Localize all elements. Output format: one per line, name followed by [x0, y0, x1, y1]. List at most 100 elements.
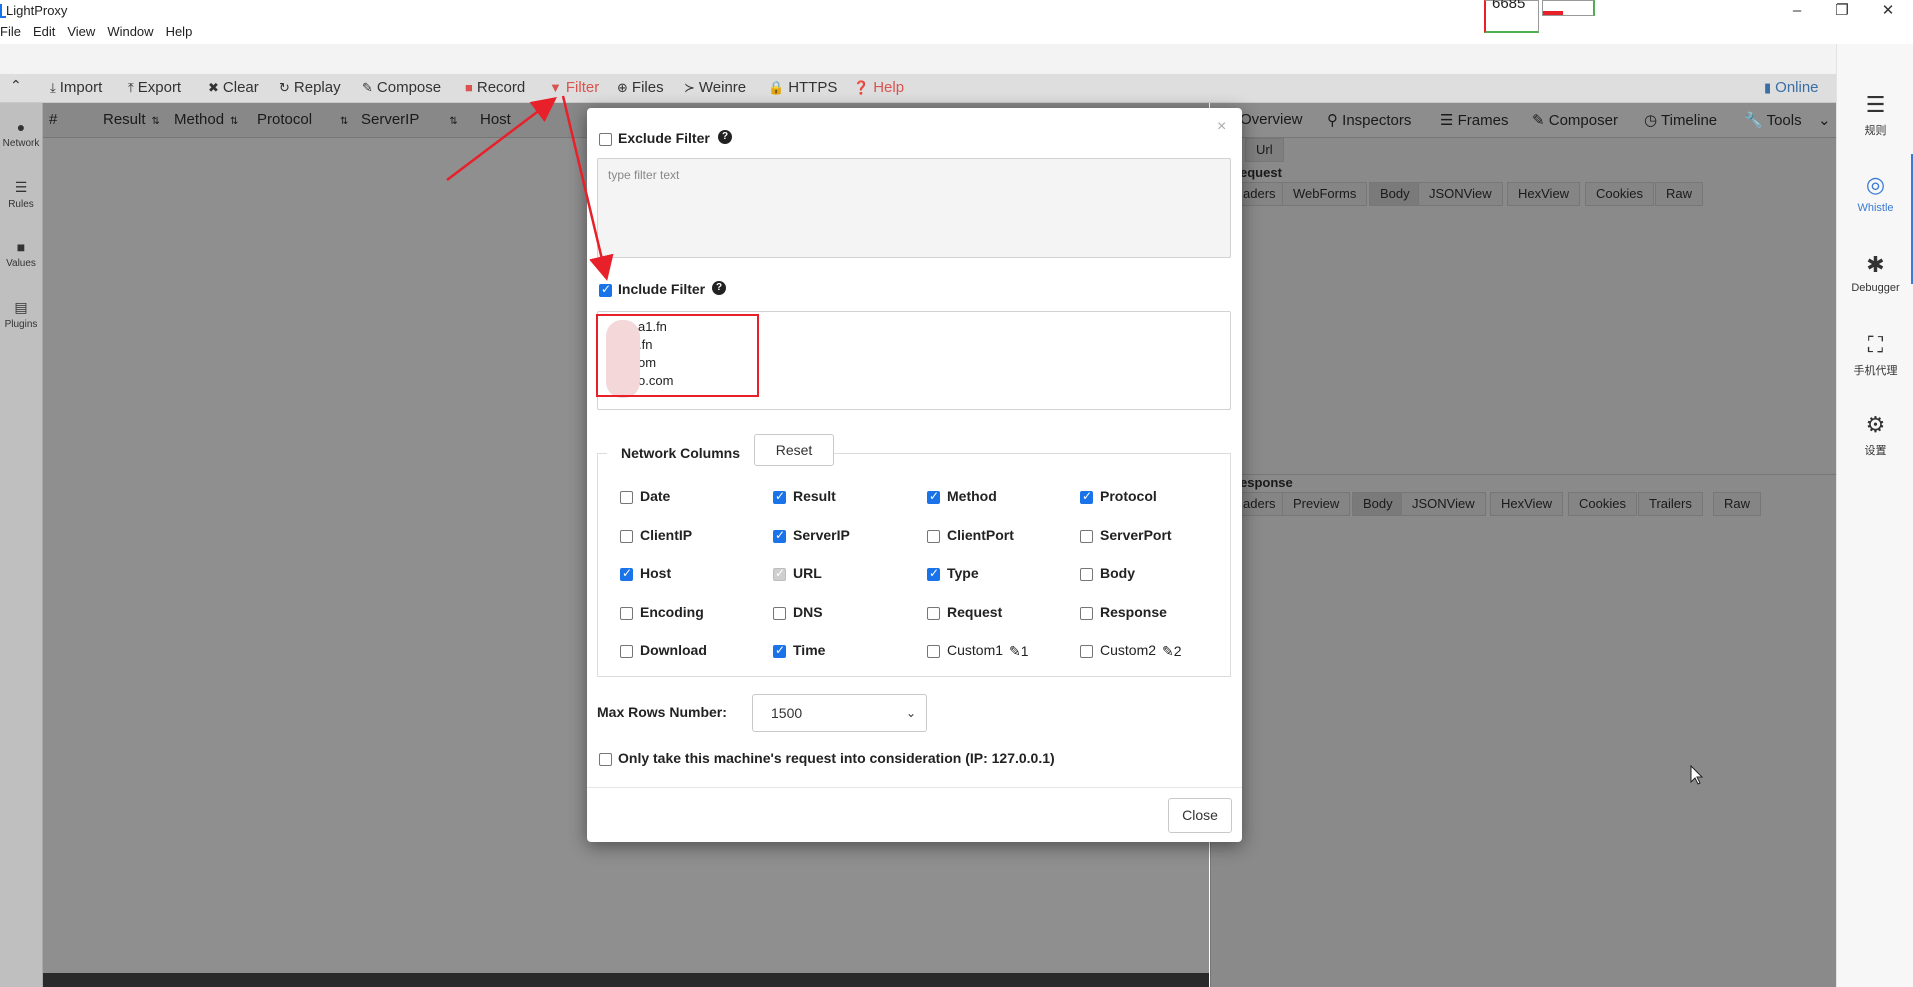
tab-composer[interactable]: ✎ Composer: [1532, 111, 1618, 129]
tab-timeline[interactable]: ◷ Timeline: [1644, 111, 1717, 129]
tab-tools[interactable]: 🔧 Tools: [1744, 111, 1802, 129]
status-bar: [43, 973, 1209, 987]
maximize-button[interactable]: ❐: [1820, 0, 1864, 22]
chevron-down-icon[interactable]: ⌄: [1818, 111, 1831, 129]
req-tab-body[interactable]: Body: [1369, 182, 1421, 206]
bug-icon: ✱: [1866, 252, 1885, 277]
req-tab-webforms[interactable]: WebForms: [1282, 182, 1368, 206]
menu-view[interactable]: View: [67, 24, 95, 39]
req-tab-hexview[interactable]: HexView: [1507, 182, 1581, 206]
col-protocol[interactable]: Protocol ⇅: [257, 111, 348, 128]
filter-icon: ▼: [549, 80, 562, 95]
export-button[interactable]: ⤒ Export: [128, 79, 181, 96]
column-checkbox-dns[interactable]: [773, 607, 786, 620]
tab-inspectors[interactable]: ⚲ Inspectors: [1327, 111, 1411, 129]
sidebar-item-values[interactable]: ■ Values: [0, 239, 42, 269]
rside-settings[interactable]: ⚙ 设置: [1837, 412, 1913, 458]
close-button[interactable]: Close: [1168, 798, 1232, 833]
collapse-icon[interactable]: ⌃: [10, 77, 22, 94]
col-result[interactable]: Result ⇅: [103, 111, 160, 128]
compose-icon: ✎: [362, 80, 373, 95]
tab-url[interactable]: Url: [1245, 138, 1284, 162]
column-checkbox-response[interactable]: [1080, 607, 1093, 620]
taskbar-thumbnail[interactable]: 6685: [1484, 0, 1539, 33]
col-serverip[interactable]: ServerIP ⇅: [361, 111, 458, 128]
edit-icon[interactable]: ✎1: [1009, 643, 1029, 660]
help-button[interactable]: ❓ Help: [853, 79, 904, 96]
taskbar-thumbnail-2[interactable]: [1542, 0, 1595, 16]
res-tab-hexview[interactable]: HexView: [1490, 492, 1564, 516]
tab-frames[interactable]: ☰ Frames: [1440, 111, 1508, 129]
record-button[interactable]: ■ Record: [465, 79, 525, 96]
sidebar-item-plugins[interactable]: ▤ Plugins: [0, 299, 42, 330]
column-checkbox-serverport[interactable]: [1080, 530, 1093, 543]
res-tab-cookies[interactable]: Cookies: [1568, 492, 1637, 516]
include-filter-label: Include Filter: [618, 281, 706, 297]
req-tab-cookies[interactable]: Cookies: [1585, 182, 1654, 206]
replay-button[interactable]: ↻ Replay: [279, 79, 341, 96]
reset-button[interactable]: Reset: [754, 434, 834, 466]
modal-close-x[interactable]: ×: [1217, 118, 1226, 136]
compose-button[interactable]: ✎ Compose: [362, 79, 441, 96]
https-button[interactable]: 🔒 HTTPS: [768, 79, 837, 96]
online-status[interactable]: ▮ Online: [1764, 79, 1819, 96]
res-tab-trailers[interactable]: Trailers: [1638, 492, 1703, 516]
help-icon[interactable]: ?: [712, 281, 726, 295]
rside-mobile-proxy[interactable]: ⛶ 手机代理: [1837, 332, 1913, 378]
clear-button[interactable]: ✖ Clear: [208, 79, 259, 96]
column-checkbox-custom2[interactable]: [1080, 645, 1093, 658]
column-checkbox-request[interactable]: [927, 607, 940, 620]
sort-icon: ⇅: [449, 116, 458, 127]
weinre-button[interactable]: ≻ Weinre: [684, 79, 746, 96]
files-button[interactable]: ⊕ Files: [617, 79, 664, 96]
column-checkbox-custom1[interactable]: [927, 645, 940, 658]
help-icon[interactable]: ?: [718, 130, 732, 144]
res-tab-body[interactable]: Body: [1352, 492, 1404, 516]
sidebar-item-network[interactable]: ● Network: [0, 119, 42, 149]
column-checkbox-clientport[interactable]: [927, 530, 940, 543]
exclude-filter-checkbox[interactable]: [599, 133, 612, 146]
column-checkbox-protocol[interactable]: [1080, 489, 1093, 504]
col-index[interactable]: #: [49, 111, 57, 128]
exclude-filter-textarea[interactable]: type filter text: [597, 158, 1231, 258]
edit-icon[interactable]: ✎2: [1162, 643, 1182, 660]
tab-overview[interactable]: Overview: [1240, 111, 1303, 128]
col-method[interactable]: Method ⇅: [174, 111, 238, 128]
column-checkbox-date[interactable]: [620, 491, 633, 504]
column-label-date: Date: [640, 488, 671, 504]
res-tab-jsonview[interactable]: JSONView: [1401, 492, 1486, 516]
res-tab-raw[interactable]: Raw: [1713, 492, 1762, 516]
column-label-host: Host: [640, 565, 672, 581]
max-rows-select[interactable]: 1500 ⌄: [752, 694, 927, 732]
menu-window[interactable]: Window: [107, 24, 153, 39]
column-checkbox-body[interactable]: [1080, 568, 1093, 581]
col-host[interactable]: Host: [480, 111, 511, 128]
include-filter-checkbox[interactable]: [599, 282, 612, 297]
rside-rules[interactable]: ☰ 规则: [1837, 92, 1913, 138]
res-tab-preview[interactable]: Preview: [1282, 492, 1351, 516]
column-checkbox-clientip[interactable]: [620, 530, 633, 543]
import-button[interactable]: ⤓ Import: [50, 79, 102, 96]
column-checkbox-type[interactable]: [927, 566, 940, 581]
filter-button[interactable]: ▼ Filter: [549, 79, 599, 96]
rside-whistle[interactable]: ◎ Whistle: [1837, 172, 1913, 214]
wrench-icon: 🔧: [1744, 112, 1767, 129]
column-checkbox-encoding[interactable]: [620, 607, 633, 620]
minimize-button[interactable]: –: [1775, 0, 1819, 22]
column-checkbox-result[interactable]: [773, 489, 786, 504]
column-checkbox-host[interactable]: [620, 566, 633, 581]
req-tab-jsonview[interactable]: JSONView: [1418, 182, 1503, 206]
req-tab-raw[interactable]: Raw: [1655, 182, 1704, 206]
column-checkbox-method[interactable]: [927, 489, 940, 504]
column-checkbox-download[interactable]: [620, 645, 633, 658]
column-checkbox-serverip[interactable]: [773, 528, 786, 543]
rside-debugger[interactable]: ✱ Debugger: [1837, 252, 1913, 294]
close-window-button[interactable]: ✕: [1866, 0, 1910, 22]
column-checkbox-time[interactable]: [773, 643, 786, 658]
sidebar-item-rules[interactable]: ☰ Rules: [0, 179, 42, 210]
column-checkbox-url[interactable]: [773, 566, 786, 581]
menu-file[interactable]: File: [0, 24, 21, 39]
menu-help[interactable]: Help: [166, 24, 193, 39]
menu-edit[interactable]: Edit: [33, 24, 55, 39]
only-machine-checkbox[interactable]: [599, 753, 612, 766]
